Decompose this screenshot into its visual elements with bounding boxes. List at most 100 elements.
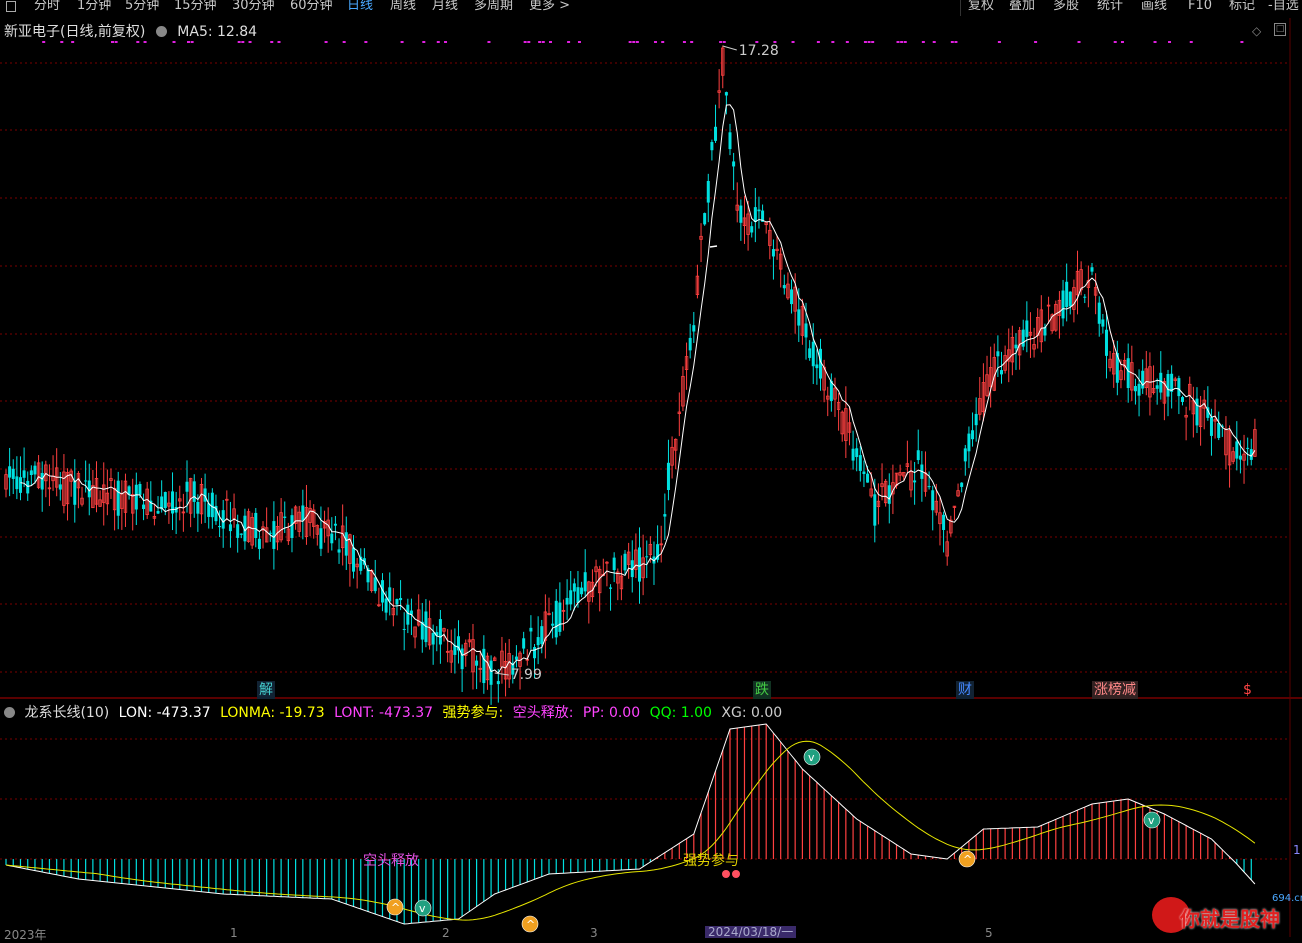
lonma-value: LONMA: -19.73 <box>220 705 325 721</box>
candle-body <box>739 205 743 223</box>
signal-dot <box>143 41 147 43</box>
cursor-mark <box>709 245 718 248</box>
candle-body <box>116 480 120 516</box>
signal-dot <box>114 41 118 43</box>
signal-dot <box>896 41 900 43</box>
ma5-line <box>20 104 1256 674</box>
signal-dot <box>237 41 241 43</box>
lon-value: LON: -473.37 <box>118 705 211 721</box>
candle-body <box>873 494 877 526</box>
candle-body <box>855 448 859 458</box>
candle-body <box>142 504 146 510</box>
signal-arrow: v <box>1148 814 1155 827</box>
settings-icon[interactable] <box>155 26 167 37</box>
signal-arrow: v <box>419 902 426 915</box>
signal-dot <box>364 41 368 43</box>
candle-body <box>866 473 870 483</box>
signal-dot <box>831 41 835 43</box>
candle-body <box>858 455 862 471</box>
candle-body <box>1097 302 1101 324</box>
candle-body <box>1170 373 1174 392</box>
stock-title: 新亚电子(日线,前复权) <box>4 24 146 40</box>
signal-dot <box>867 41 871 43</box>
signal-dot <box>954 41 958 43</box>
candle-body <box>192 481 196 502</box>
candle-body <box>221 510 225 529</box>
candle-body <box>663 514 667 517</box>
candle-body <box>460 648 464 670</box>
signal-dot <box>632 41 636 43</box>
signal-dot <box>190 41 194 43</box>
cursor-date-label: 2024/03/18/一 <box>705 926 797 938</box>
annotation-short-release: 空头释放 <box>363 853 419 869</box>
candle-body <box>73 480 77 505</box>
candle-body <box>210 492 214 518</box>
candle-body <box>337 549 341 553</box>
candle-body <box>156 511 160 514</box>
signal-dot <box>1168 41 1172 43</box>
candle-body <box>58 484 62 490</box>
candle-body <box>11 468 15 479</box>
diamond-icon[interactable]: ◇ <box>1252 24 1261 38</box>
event-tag[interactable]: $ <box>1241 681 1254 699</box>
candle-body <box>623 553 627 571</box>
signal-arrow: ^ <box>391 901 400 914</box>
candle-body <box>645 556 649 558</box>
candle-body <box>753 207 757 222</box>
candle-body <box>1090 267 1094 272</box>
event-tag[interactable]: 解 <box>257 681 275 699</box>
candle-body <box>638 547 641 582</box>
signal-dot <box>436 41 440 43</box>
candle-body <box>171 491 175 514</box>
candle-body <box>1246 447 1250 449</box>
candle-body <box>815 364 819 369</box>
signal-dot <box>110 41 114 43</box>
candle-body <box>782 285 786 289</box>
candle-body <box>790 289 794 305</box>
event-tag[interactable]: 涨榜减 <box>1092 681 1138 699</box>
lont-value: LONT: -473.37 <box>334 705 434 721</box>
candle-body <box>384 598 388 613</box>
candle-body <box>1104 329 1108 356</box>
candle-body <box>916 450 920 461</box>
window-icon[interactable]: □ <box>1274 23 1286 36</box>
candle-body <box>272 521 276 549</box>
candle-body <box>1235 441 1239 459</box>
candle-body <box>236 524 240 538</box>
candle-body <box>710 142 714 151</box>
candle-body <box>18 477 22 493</box>
signal-dot <box>1240 41 1244 43</box>
right-axis-tag: 1 <box>1293 843 1301 857</box>
signal-dot <box>997 41 1001 43</box>
candle-body <box>913 480 917 483</box>
event-tag[interactable]: 财 <box>956 681 974 699</box>
candle-body <box>33 465 37 475</box>
indicator-settings-icon[interactable] <box>4 707 15 718</box>
candle-body <box>960 482 964 487</box>
candle-body <box>804 323 808 338</box>
candle-body <box>352 547 356 572</box>
candle-body <box>26 480 30 494</box>
candle-body <box>757 209 761 212</box>
candle-body <box>84 480 88 482</box>
signal-dot <box>903 41 907 43</box>
candle-body <box>996 351 1000 357</box>
signal-dot <box>248 41 252 43</box>
candle-body <box>1137 383 1141 396</box>
kline-chart[interactable]: 17.28 7.99 ^ v ^ v ^ v 空头释放 强势参与 1 <box>0 0 1302 937</box>
signal-dot <box>487 41 491 43</box>
stock-info-line: 新亚电子(日线,前复权) MA5: 12.84 <box>4 21 263 41</box>
signal-dot <box>567 41 571 43</box>
short-label: 空头释放: <box>512 705 574 721</box>
month-tick: 5 <box>985 926 993 940</box>
candle-body <box>533 647 537 659</box>
candle-body <box>540 626 544 645</box>
signal-dot <box>324 41 328 43</box>
signal-dot <box>71 41 75 43</box>
signal-dot <box>1077 41 1081 43</box>
event-tag[interactable]: 跌 <box>753 681 771 699</box>
candle-body <box>319 528 323 549</box>
candle-body <box>728 132 732 150</box>
candle-body <box>732 161 736 167</box>
signal-dot <box>921 41 925 43</box>
